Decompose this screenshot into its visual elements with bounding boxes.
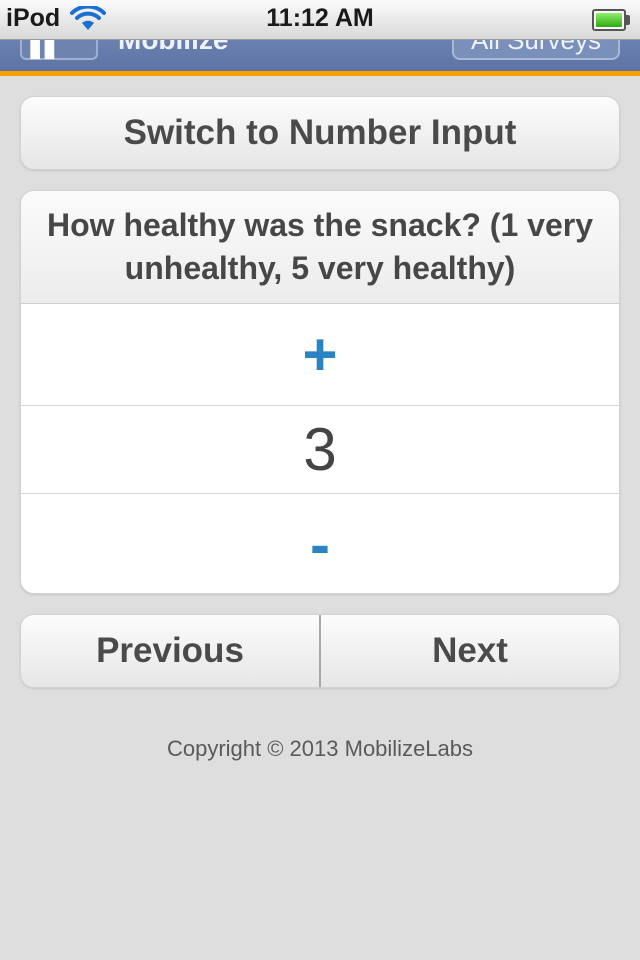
navigation-buttons: Previous Next	[20, 614, 620, 688]
next-button[interactable]: Next	[321, 615, 619, 687]
copyright-text: Copyright © 2013 MobilizeLabs	[166, 736, 474, 761]
question-prompt: How healthy was the snack? (1 very unhea…	[21, 191, 619, 304]
question-card: How healthy was the snack? (1 very unhea…	[20, 190, 620, 594]
decrement-button[interactable]: -	[21, 494, 619, 593]
switch-input-mode-button[interactable]: Switch to Number Input	[20, 96, 620, 170]
current-value: 3	[21, 406, 619, 494]
previous-button[interactable]: Previous	[21, 615, 319, 687]
increment-button[interactable]: +	[21, 304, 619, 406]
status-bar: iPod 11:12 AM	[0, 0, 640, 40]
status-time: 11:12 AM	[266, 4, 374, 32]
battery-icon	[592, 9, 632, 31]
